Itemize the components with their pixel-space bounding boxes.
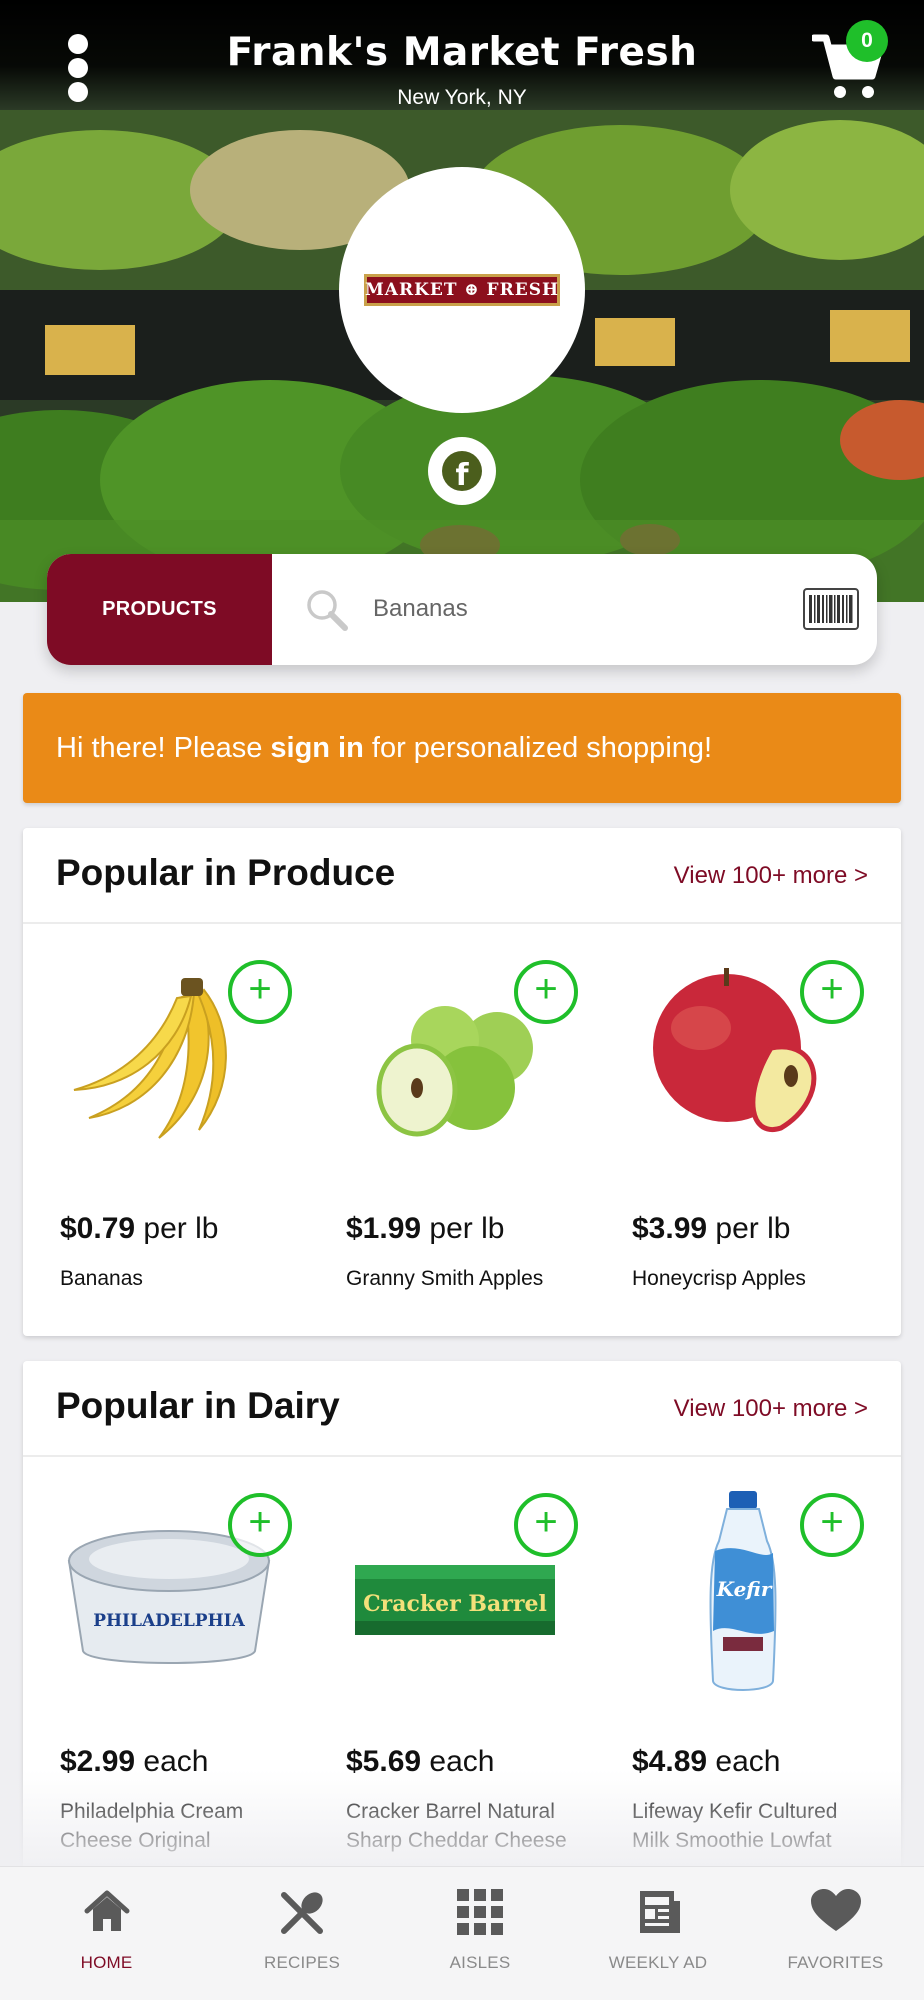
price-amount: $3.99 — [632, 1212, 708, 1245]
price-amount: $2.99 — [60, 1745, 136, 1778]
product-card[interactable]: + $3.99 per lb Honeycrisp Apples — [595, 924, 881, 1324]
section-title: Popular in Produce — [56, 852, 396, 893]
add-to-cart-button[interactable]: + — [228, 960, 292, 1024]
signin-link[interactable]: sign in — [270, 732, 363, 765]
price-amount: $4.89 — [632, 1745, 708, 1778]
svg-text:Cracker Barrel: Cracker Barrel — [363, 1591, 547, 1617]
barcode-scan-icon[interactable] — [803, 588, 859, 630]
signin-banner: Hi there! Please sign in for personalize… — [23, 693, 901, 803]
product-name: Philadelphia Cream Cheese Original — [60, 1800, 244, 1852]
nav-favorites[interactable]: FAVORITES — [747, 1867, 924, 2000]
product-price: $2.99 each — [60, 1745, 208, 1779]
section-title: Popular in Dairy — [56, 1385, 340, 1426]
store-name: Frank's Market Fresh — [226, 30, 698, 75]
price-amount: $0.79 — [60, 1212, 136, 1245]
product-price: $4.89 each — [632, 1745, 780, 1779]
search-bar: PRODUCTS — [47, 554, 877, 665]
market-fresh-logo: MARKET ⊕ FRESH — [364, 274, 560, 306]
product-name: Lifeway Kefir Cultured Milk Smoothie Low… — [632, 1800, 838, 1852]
price-unit: per lb — [707, 1212, 791, 1245]
add-to-cart-button[interactable]: + — [800, 960, 864, 1024]
product-price: $1.99 per lb — [346, 1212, 504, 1246]
product-card[interactable]: Cracker Barrel + $5.69 each Cracker Barr… — [309, 1457, 595, 1857]
dairy-section: Popular in Dairy View 100+ more > PHILAD… — [23, 1361, 901, 1921]
price-unit: per lb — [135, 1212, 219, 1245]
price-unit: per lb — [421, 1212, 505, 1245]
section-header: Popular in Dairy View 100+ more > — [23, 1361, 901, 1457]
produce-section: Popular in Produce View 100+ more > + $0… — [23, 828, 901, 1336]
add-to-cart-button[interactable]: + — [514, 960, 578, 1024]
signin-suffix: for personalized shopping! — [363, 731, 713, 764]
grid-icon — [457, 1889, 503, 1935]
price-unit: each — [707, 1745, 781, 1778]
add-to-cart-button[interactable]: + — [514, 1493, 578, 1557]
nav-label: WEEKLY AD — [608, 1953, 708, 1972]
view-more-link[interactable]: View 100+ more > — [674, 1395, 868, 1423]
store-location: New York, NY — [397, 86, 527, 109]
svg-text:Kefir: Kefir — [716, 1577, 773, 1601]
nav-aisles[interactable]: AISLES — [391, 1867, 569, 2000]
price-amount: $1.99 — [346, 1212, 422, 1245]
price-amount: $5.69 — [346, 1745, 422, 1778]
nav-label: RECIPES — [263, 1953, 341, 1972]
nav-weekly-ad[interactable]: WEEKLY AD — [569, 1867, 747, 2000]
facebook-button[interactable]: f — [428, 437, 496, 505]
section-header: Popular in Produce View 100+ more > — [23, 828, 901, 924]
price-unit: each — [421, 1745, 495, 1778]
heart-icon — [810, 1889, 861, 1931]
product-card[interactable]: + $0.79 per lb Bananas — [23, 924, 309, 1324]
add-to-cart-button[interactable]: + — [228, 1493, 292, 1557]
utensils-icon — [281, 1892, 323, 1934]
home-icon — [84, 1890, 129, 1931]
nav-label: FAVORITES — [787, 1953, 884, 1972]
product-price: $3.99 per lb — [632, 1212, 790, 1246]
nav-recipes[interactable]: RECIPES — [213, 1867, 391, 2000]
search-input[interactable] — [373, 584, 803, 634]
product-card[interactable]: + $1.99 per lb Granny Smith Apples — [309, 924, 595, 1324]
cart-count-badge: 0 — [846, 20, 888, 62]
nav-home[interactable]: HOME — [0, 1867, 213, 2000]
products-tab[interactable]: PRODUCTS — [47, 554, 272, 665]
nav-label: AISLES — [449, 1953, 511, 1972]
signin-prefix: Hi there! Please — [56, 731, 271, 764]
product-price: $5.69 each — [346, 1745, 494, 1779]
product-name: Bananas — [60, 1267, 143, 1290]
facebook-icon: f — [442, 451, 482, 491]
nav-label: HOME — [80, 1953, 133, 1972]
price-unit: each — [135, 1745, 209, 1778]
newspaper-icon — [640, 1891, 680, 1933]
bottom-nav: HOME RECIPES AISLES WEEKLY AD FAVORITES — [0, 1866, 924, 2000]
product-name: Granny Smith Apples — [346, 1267, 544, 1290]
product-name: Honeycrisp Apples — [632, 1267, 806, 1290]
view-more-link[interactable]: View 100+ more > — [674, 862, 868, 890]
search-icon — [307, 590, 348, 631]
product-card[interactable]: PHILADELPHIA + $2.99 each Philadelphia C… — [23, 1457, 309, 1857]
hero-banner: Frank's Market Fresh New York, NY 0 MARK… — [0, 0, 924, 602]
store-logo: MARKET ⊕ FRESH — [339, 167, 585, 413]
add-to-cart-button[interactable]: + — [800, 1493, 864, 1557]
product-name: Cracker Barrel Natural Sharp Cheddar Che… — [346, 1800, 567, 1852]
product-card[interactable]: Kefir + $4.89 each Lifeway Kefir Culture… — [595, 1457, 881, 1857]
product-price: $0.79 per lb — [60, 1212, 218, 1246]
svg-text:PHILADELPHIA: PHILADELPHIA — [93, 1611, 245, 1631]
